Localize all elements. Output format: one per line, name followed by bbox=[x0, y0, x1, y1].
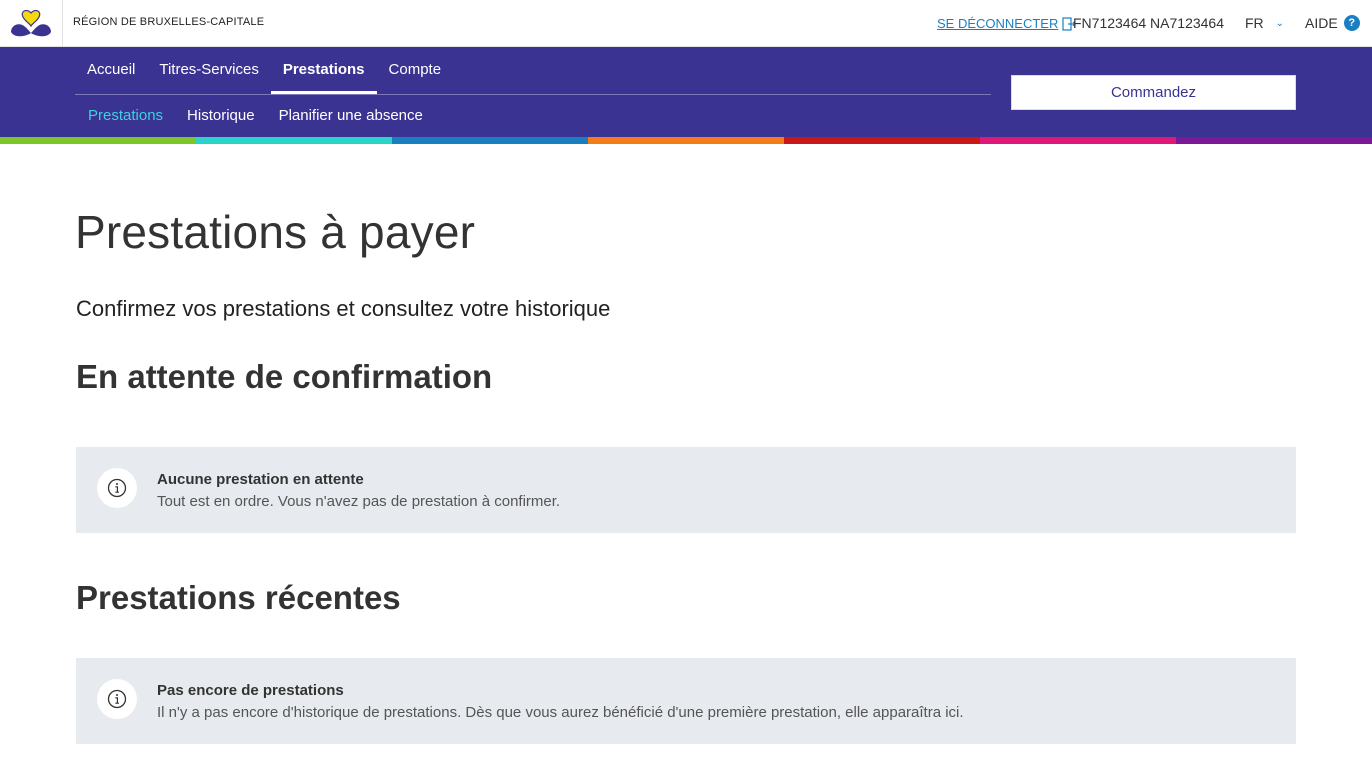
help-link[interactable]: AIDE ? bbox=[1305, 15, 1360, 31]
sub-nav: Prestations Historique Planifier une abs… bbox=[76, 95, 435, 137]
stripe-segment bbox=[1176, 137, 1372, 144]
recent-notice: Pas encore de prestations Il n'y a pas e… bbox=[76, 658, 1296, 744]
language-selector[interactable]: FR ⌄ bbox=[1245, 15, 1284, 31]
subtab-historique[interactable]: Historique bbox=[175, 95, 267, 137]
stripe-segment bbox=[784, 137, 980, 144]
color-stripe bbox=[0, 137, 1372, 144]
pending-notice-text: Tout est en ordre. Vous n'avez pas de pr… bbox=[157, 493, 561, 510]
stripe-segment bbox=[196, 137, 392, 144]
order-button[interactable]: Commandez bbox=[1011, 75, 1296, 110]
user-id: FN7123464 NA7123464 bbox=[1073, 15, 1225, 31]
stripe-segment bbox=[392, 137, 588, 144]
tab-prestations[interactable]: Prestations bbox=[270, 47, 377, 94]
navigation-band: Accueil Titres-Services Prestations Comp… bbox=[0, 47, 1372, 137]
pending-notice: Aucune prestation en attente Tout est en… bbox=[76, 447, 1296, 533]
top-bar: RÉGION DE BRUXELLES-CAPITALE SE DÉCONNEC… bbox=[0, 0, 1372, 47]
pending-heading: En attente de confirmation bbox=[76, 358, 493, 395]
iris-logo-icon bbox=[11, 9, 51, 37]
chevron-down-icon: ⌄ bbox=[1275, 17, 1285, 29]
recent-notice-title: Pas encore de prestations bbox=[157, 682, 344, 699]
tab-accueil[interactable]: Accueil bbox=[75, 47, 147, 94]
subtab-planifier-absence[interactable]: Planifier une absence bbox=[267, 95, 435, 137]
main-nav: Accueil Titres-Services Prestations Comp… bbox=[75, 47, 453, 94]
stripe-segment bbox=[0, 137, 196, 144]
recent-notice-text: Il n'y a pas encore d'historique de pres… bbox=[157, 704, 964, 721]
info-icon bbox=[97, 468, 137, 508]
logout-link[interactable]: SE DÉCONNECTER bbox=[937, 16, 1077, 31]
pending-notice-title: Aucune prestation en attente bbox=[157, 471, 364, 488]
logout-label: SE DÉCONNECTER bbox=[937, 16, 1059, 31]
subtab-prestations[interactable]: Prestations bbox=[76, 95, 175, 137]
page-title: Prestations à payer bbox=[75, 206, 476, 258]
stripe-segment bbox=[980, 137, 1176, 144]
help-icon: ? bbox=[1343, 15, 1360, 31]
info-icon bbox=[97, 679, 137, 719]
page-lead: Confirmez vos prestations et consultez v… bbox=[76, 296, 611, 321]
stripe-segment bbox=[588, 137, 784, 144]
language-label: FR bbox=[1245, 15, 1264, 31]
tab-titres-services[interactable]: Titres-Services bbox=[147, 47, 270, 94]
recent-heading: Prestations récentes bbox=[76, 579, 401, 616]
help-label: AIDE bbox=[1305, 15, 1338, 31]
region-name: RÉGION DE BRUXELLES-CAPITALE bbox=[73, 16, 265, 28]
tab-compte[interactable]: Compte bbox=[377, 47, 454, 94]
brussels-logo[interactable] bbox=[0, 0, 63, 46]
